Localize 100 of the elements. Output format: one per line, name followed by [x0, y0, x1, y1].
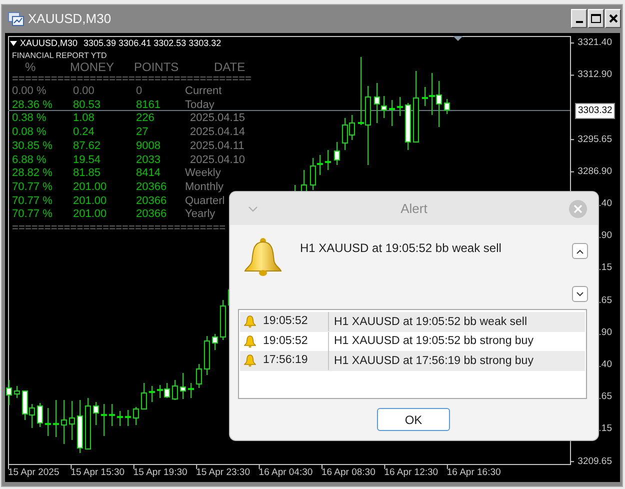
- column-header: MONEY: [70, 61, 116, 73]
- time-label: 16 Apr 12:30: [384, 467, 438, 479]
- candle: [37, 402, 43, 428]
- table-cell-text: 0.00 %: [12, 85, 48, 99]
- dialog-title: Alert: [400, 201, 428, 216]
- table-cell-text: 28.82 %: [12, 167, 54, 181]
- candle: [53, 400, 59, 438]
- time-label: 16 Apr 04:30: [258, 467, 313, 479]
- previous-button[interactable]: [572, 243, 588, 259]
- time-label: 15 Apr 2025: [8, 467, 60, 479]
- table-cell-text: 20366: [136, 180, 168, 195]
- price-label: .65: [598, 391, 612, 404]
- candle: [85, 398, 91, 450]
- candle: [69, 400, 75, 440]
- candle: [204, 336, 210, 376]
- table-cell-text: 1.08: [73, 112, 96, 126]
- table-cell-text: 8414: [136, 167, 162, 181]
- table-cell-text: 2025.04.11: [189, 140, 246, 154]
- alert-row[interactable]: 17:56:19 H1 XAUUSD at 17:56:19 bb strong buy: [240, 351, 585, 370]
- time-label: 15 Apr 23:30: [196, 467, 250, 479]
- candle: [188, 382, 194, 398]
- table-cell-text: Yearly: [185, 208, 216, 222]
- table-cell-text: 6.88 %: [12, 154, 48, 168]
- price-label: .90: [598, 230, 612, 242]
- candle: [325, 150, 331, 170]
- table-cell-text: Weekly: [185, 167, 222, 181]
- candle: [125, 410, 131, 426]
- table-cell-text: 226: [136, 112, 156, 126]
- candle: [101, 404, 107, 436]
- table-cell-text: 201.00: [73, 180, 108, 195]
- price-label: .90: [598, 326, 612, 339]
- table-cell-text: 27: [136, 126, 150, 140]
- minimize-button[interactable]: [571, 9, 587, 28]
- price-label: .40: [598, 198, 612, 210]
- table-cell-text: 8161: [136, 98, 162, 112]
- candle: [180, 372, 186, 400]
- close-button[interactable]: [605, 9, 621, 28]
- candle: [77, 400, 83, 454]
- table-cell-text: 0: [136, 85, 144, 99]
- alert-text: H1 XAUUSD at 19:05:52 bb strong buy: [333, 335, 534, 348]
- table-cell-text: 0.24: [73, 126, 96, 140]
- alert-time: 19:05:52: [256, 312, 329, 332]
- table-cell-text: 80.53: [73, 98, 102, 112]
- price-label: .15: [598, 423, 612, 436]
- candle: [172, 380, 178, 400]
- time-label: 15 Apr 15:30: [70, 467, 125, 479]
- alert-text: H1 XAUUSD at 17:56:19 bb strong buy: [333, 354, 534, 367]
- table-cell-text: 70.77 %: [12, 194, 54, 208]
- maximize-icon: [591, 14, 601, 23]
- table-cell-text: 20366: [136, 194, 168, 208]
- price-label: 3312.90: [578, 69, 612, 82]
- table-cell-text: 201.00: [73, 208, 108, 222]
- chevron-up-icon: [576, 248, 584, 254]
- price-label: 3321.40: [578, 37, 612, 49]
- price-label: 3286.90: [578, 166, 612, 178]
- candle: [196, 364, 202, 388]
- marker-icon: [453, 36, 463, 41]
- price-label: .15: [598, 262, 612, 274]
- close-icon: [608, 14, 618, 23]
- separator-text: =====================================: [12, 73, 252, 85]
- table-cell-text: 70.77 %: [12, 180, 54, 195]
- chart-window-icon: [8, 12, 24, 26]
- table-cell-text: 2025.04.10: [189, 154, 246, 168]
- alert-row[interactable]: 19:05:52 H1 XAUUSD at 19:05:52 bb weak sell: [240, 312, 585, 332]
- candle: [45, 408, 51, 436]
- chart-symbol: XAUUSD,M30: [20, 38, 78, 49]
- ohlc-values: 3305.39 3306.41 3302.53 3303.32: [84, 38, 222, 49]
- column-header: %: [25, 61, 37, 73]
- candle: [220, 300, 226, 340]
- bell-icon: [243, 237, 283, 277]
- table-cell-text: 0.08 %: [12, 126, 48, 140]
- maximize-button[interactable]: [588, 9, 604, 28]
- bell-icon: [244, 334, 256, 348]
- candle: [141, 382, 147, 410]
- candle: [6, 380, 12, 406]
- table-cell-text: 70.77 %: [12, 208, 54, 222]
- candle: [405, 102, 411, 150]
- candle: [133, 406, 139, 426]
- table-cell-text: 2025.04.15: [189, 112, 246, 126]
- column-header: DATE: [214, 61, 246, 73]
- price-label: .40: [598, 359, 612, 371]
- bell-icon: [244, 315, 256, 328]
- current-price-label: 3303.32: [575, 103, 616, 119]
- table-cell-text: 20366: [136, 208, 168, 222]
- column-header: POINTS: [134, 61, 180, 73]
- time-label: 15 Apr 19:30: [133, 467, 188, 479]
- candle: [93, 402, 99, 426]
- window-title: XAUUSD,M30: [28, 11, 112, 26]
- table-cell-text: 81.85: [73, 167, 102, 181]
- bell-icon: [244, 354, 256, 368]
- table-cell-text: 0.00: [73, 85, 96, 99]
- separator-text: =================================: [12, 222, 227, 234]
- table-cell-text: 28.36 %: [12, 98, 54, 112]
- table-cell-text: Monthly: [185, 180, 225, 195]
- next-button[interactable]: [572, 286, 588, 302]
- table-cell-text: 201.00: [73, 194, 108, 208]
- ok-button[interactable]: OK: [377, 408, 450, 431]
- time-label: 16 Apr 16:30: [446, 467, 501, 479]
- candle: [212, 334, 218, 350]
- collapse-icon[interactable]: [10, 41, 17, 46]
